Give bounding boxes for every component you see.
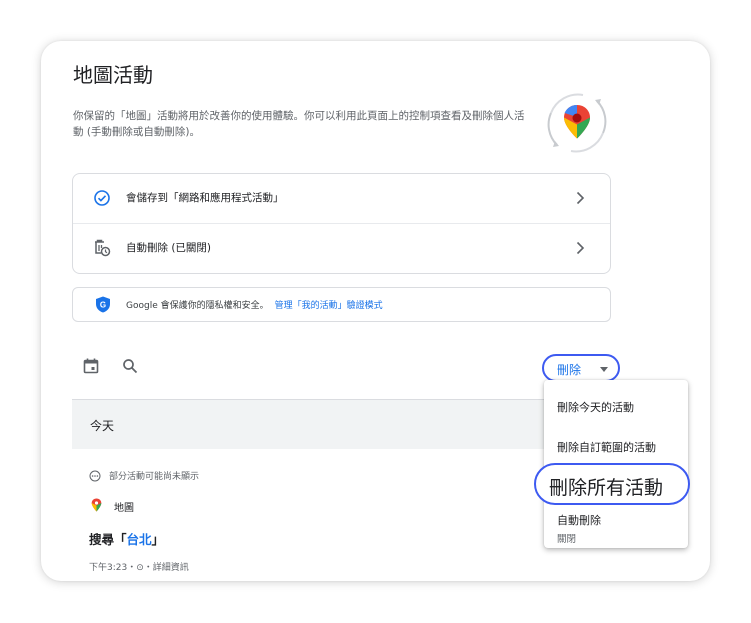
activity-notice: 部分活動可能尚未顯示 xyxy=(109,472,200,482)
svg-text:G: G xyxy=(100,301,106,310)
menu-item-delete-today[interactable]: 刪除今天的活動 xyxy=(557,399,634,415)
dropdown-arrow-icon xyxy=(600,367,608,372)
menu-item-auto-delete[interactable]: 自動刪除 關閉 xyxy=(557,512,601,545)
google-shield-icon: G xyxy=(96,296,110,313)
activity-meta: 下午3:23・⊙・詳細資訊 xyxy=(89,563,189,573)
delete-all-label: 刪除所有活動 xyxy=(549,477,664,499)
maps-pin-icon xyxy=(91,498,102,512)
privacy-message: Google 會保護你的隱私權和安全。 xyxy=(126,301,269,311)
chevron-right-icon xyxy=(576,241,585,255)
menu-item-delete-all-highlighted[interactable]: 刪除所有活動 xyxy=(534,463,690,505)
delete-dropdown-button[interactable]: 刪除 xyxy=(542,354,620,382)
query-suffix: 」 xyxy=(151,532,165,547)
today-section-header: 今天 xyxy=(72,400,582,449)
maps-activity-logo-icon xyxy=(547,93,607,153)
auto-delete-label: 自動刪除 (已關閉) xyxy=(126,242,212,254)
page-description: 你保留的「地圖」活動將用於改善你的使用體驗。你可以利用此頁面上的控制項查看及刪除… xyxy=(73,110,525,138)
maps-activity-card: 地圖活動 你保留的「地圖」活動將用於改善你的使用體驗。你可以利用此頁面上的控制項… xyxy=(41,41,710,581)
web-app-activity-label: 會儲存到「網路和應用程式活動」 xyxy=(126,192,284,204)
chevron-right-icon xyxy=(576,191,585,205)
activity-settings-panel: 會儲存到「網路和應用程式活動」 自動刪除 (已關閉) xyxy=(72,173,611,274)
web-app-activity-row[interactable]: 會儲存到「網路和應用程式活動」 xyxy=(73,174,610,224)
auto-delete-status: 關閉 xyxy=(557,534,577,545)
page-title: 地圖活動 xyxy=(73,63,153,87)
auto-delete-menu-label: 自動刪除 xyxy=(557,514,601,527)
more-horiz-circle-icon xyxy=(89,470,101,482)
query-prefix: 搜尋「 xyxy=(89,532,127,547)
manage-verification-link[interactable]: 管理「我的活動」驗證模式 xyxy=(275,301,383,311)
delete-button-label: 刪除 xyxy=(557,363,582,377)
menu-item-delete-custom-range[interactable]: 刪除自訂範圍的活動 xyxy=(557,439,656,455)
query-term-link[interactable]: 台北 xyxy=(127,532,152,547)
auto-delete-row[interactable]: 自動刪除 (已關閉) xyxy=(73,224,610,273)
search-icon[interactable] xyxy=(121,357,139,375)
today-label: 今天 xyxy=(90,419,115,433)
privacy-text: Google 會保護你的隱私權和安全。 管理「我的活動」驗證模式 xyxy=(126,298,383,311)
check-circle-icon xyxy=(94,190,110,206)
calendar-icon[interactable] xyxy=(82,357,100,375)
privacy-banner: G Google 會保護你的隱私權和安全。 管理「我的活動」驗證模式 xyxy=(72,287,611,322)
activity-app-name: 地圖 xyxy=(114,503,134,514)
activity-query: 搜尋「台北」 xyxy=(89,529,164,548)
auto-delete-icon xyxy=(95,239,111,257)
